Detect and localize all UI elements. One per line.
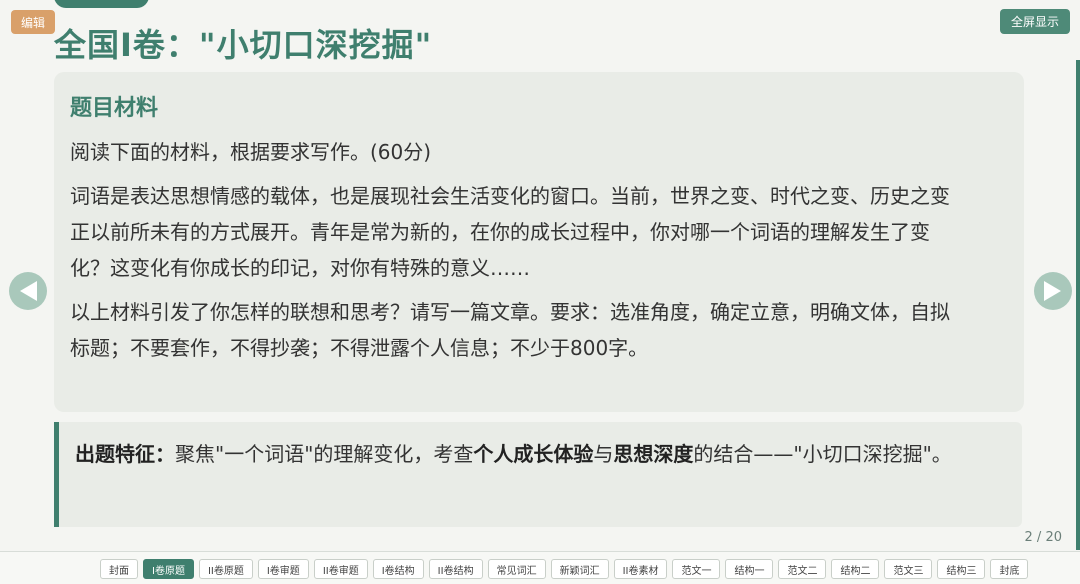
tab-14[interactable]: 结构二 <box>831 559 880 579</box>
tab-7[interactable]: II卷结构 <box>428 559 483 579</box>
feature-label: 出题特征： <box>75 442 175 466</box>
material-heading: 题目材料 <box>70 96 159 121</box>
tab-4[interactable]: I卷审题 <box>257 559 309 579</box>
feature-text-2: 与 <box>593 442 614 466</box>
slide-tabs: 封面 I卷原题 II卷原题 I卷审题 II卷审题 I卷结构 II卷结构 常见词汇 新颖词汇 II卷… <box>100 559 1029 579</box>
tab-13[interactable]: 范文二 <box>778 559 827 579</box>
tab-12[interactable]: 结构一 <box>725 559 774 579</box>
prev-slide-button[interactable] <box>9 272 47 310</box>
material-card: 题目材料 阅读下面的材料，根据要求写作。(60分) 词语是表达思想情感的载体，也… <box>54 72 1024 412</box>
tab-2[interactable]: I卷原题 <box>143 559 194 579</box>
vertical-scrollbar[interactable] <box>1076 60 1080 550</box>
material-instruction: 阅读下面的材料，根据要求写作。(60分) <box>70 140 432 164</box>
feature-bold-1: 个人成长体验 <box>473 442 594 466</box>
chevron-left-icon <box>20 281 37 301</box>
tab-11[interactable]: 范文一 <box>672 559 721 579</box>
tab-1[interactable]: 封面 <box>100 559 138 579</box>
feature-text-3: 的结合——"小切口深挖掘"。 <box>693 442 952 466</box>
feature-bold-2: 思想深度 <box>613 442 694 466</box>
tab-8[interactable]: 常见词汇 <box>487 559 546 579</box>
tab-17[interactable]: 封底 <box>990 559 1029 579</box>
top-tab-accent <box>54 0 149 8</box>
material-prompt: 词语是表达思想情感的载体，也是展现社会生活变化的窗口。当前，世界之变、时代之变、… <box>70 184 950 280</box>
tab-10[interactable]: II卷素材 <box>613 559 668 579</box>
slide-tab-bar: 封面 I卷原题 II卷原题 I卷审题 II卷审题 I卷结构 II卷结构 常见词汇 新颖词汇 II卷… <box>0 551 1080 584</box>
next-slide-button[interactable] <box>1034 272 1072 310</box>
feature-text-1: 聚焦"一个词语"的理解变化，考查 <box>175 442 474 466</box>
material-requirements: 以上材料引发了你怎样的联想和思考？请写一篇文章。要求：选准角度，确定立意，明确文… <box>70 300 950 360</box>
fullscreen-button[interactable]: 全屏显示 <box>1000 9 1070 34</box>
tab-6[interactable]: I卷结构 <box>372 559 424 579</box>
chevron-right-icon <box>1044 281 1061 301</box>
page-counter: 2 / 20 <box>1024 530 1062 545</box>
tab-9[interactable]: 新颖词汇 <box>550 559 609 579</box>
edit-button[interactable]: 编辑 <box>11 10 55 34</box>
tab-5[interactable]: II卷审题 <box>313 559 368 579</box>
tab-16[interactable]: 结构三 <box>937 559 986 579</box>
tab-15[interactable]: 范文三 <box>884 559 933 579</box>
page-title: 全国I卷："小切口深挖掘" <box>54 26 433 64</box>
feature-card: 出题特征：聚焦"一个词语"的理解变化，考查个人成长体验与思想深度的结合——"小切… <box>54 422 1022 527</box>
tab-3[interactable]: II卷原题 <box>198 559 253 579</box>
